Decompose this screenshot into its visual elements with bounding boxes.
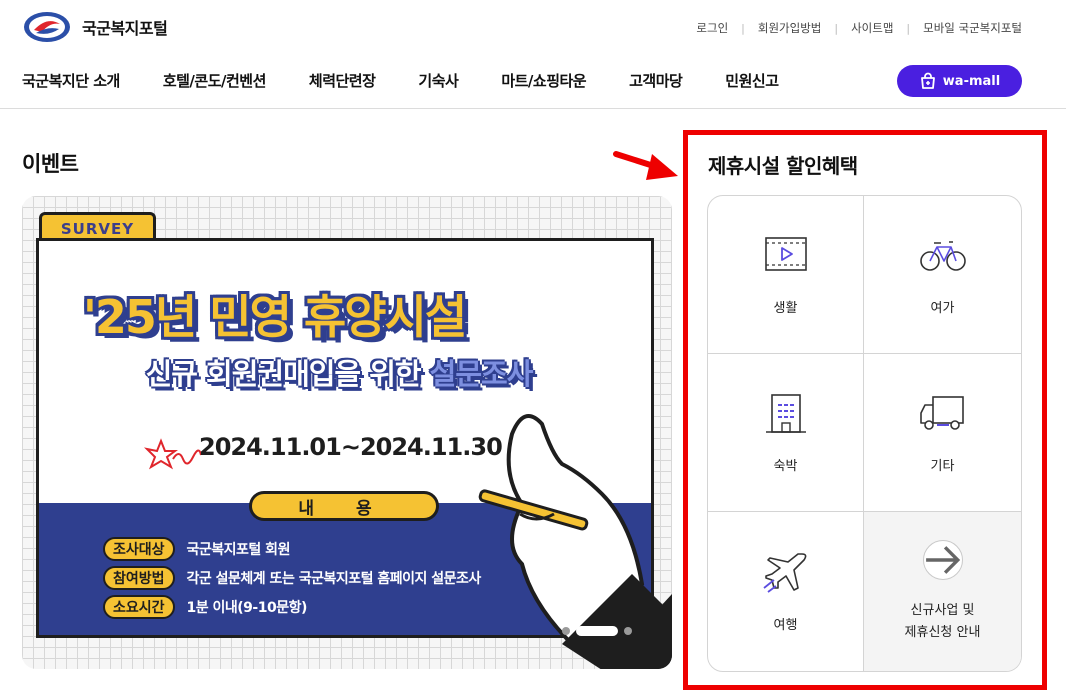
main-nav: 국군복지단 소개 호텔/콘도/컨벤션 체력단련장 기숙사 마트/쇼핑타운 고객마…	[22, 70, 822, 91]
wa-mall-label: wa-mall	[942, 73, 1001, 89]
category-label: 숙박	[773, 459, 798, 474]
category-label: 기타	[930, 459, 955, 474]
nav-item-about[interactable]: 국군복지단 소개	[22, 70, 120, 91]
nav-item-dormitory[interactable]: 기숙사	[418, 70, 458, 91]
guide-text-line2: 제휴신청 안내	[904, 624, 981, 640]
guide-text: 신규사업 및 제휴신청 안내	[905, 600, 981, 644]
event-banner[interactable]: SURVEY '25년 민영 휴양시설 신규 회원권매입을 위한 설문조사 20…	[22, 196, 672, 669]
logo-text: 국군복지포털	[82, 19, 168, 38]
shopping-bag-icon	[920, 72, 935, 89]
banner-row-value: 국군복지포털 회원	[186, 542, 291, 558]
carousel-dot[interactable]	[624, 627, 632, 635]
building-icon	[765, 394, 806, 433]
site-logo[interactable]: 국군복지포털	[22, 10, 168, 44]
partner-category-grid: 생활 여가 숙박 기타 여행 신규사업 및 제휴신청 안내	[707, 195, 1022, 672]
banner-row: 조사대상 국군복지포털 회원	[103, 537, 290, 561]
category-label: 여행	[773, 618, 798, 633]
truck-icon	[919, 396, 964, 430]
login-link[interactable]: 로그인	[696, 20, 728, 36]
category-label: 여가	[930, 301, 955, 316]
guide-text-line1: 신규사업 및	[910, 602, 975, 618]
mobile-portal-link[interactable]: 모바일 국군복지포털	[923, 20, 1022, 36]
survey-date: 2024.11.01~2024.11.30	[199, 433, 503, 461]
nav-item-customer[interactable]: 고객마당	[629, 70, 683, 91]
arrow-right-icon	[922, 539, 963, 580]
nav-item-mart[interactable]: 마트/쇼핑타운	[501, 70, 586, 91]
divider: |	[741, 21, 745, 35]
nav-item-complaint[interactable]: 민원신고	[725, 70, 779, 91]
signup-guide-link[interactable]: 회원가입방법	[758, 20, 821, 36]
carousel-dot[interactable]	[562, 627, 570, 635]
star-scribble-icon	[143, 438, 202, 470]
banner-title-line2: 신규 회원권매입을 위한 설문조사	[39, 351, 639, 393]
header-divider	[0, 108, 1066, 109]
nav-item-hotel[interactable]: 호텔/콘도/컨벤션	[163, 70, 267, 91]
banner-row: 참여방법 각군 설문체계 또는 국군복지포털 홈페이지 설문조사	[103, 566, 481, 590]
category-travel[interactable]: 여행	[708, 512, 864, 671]
category-etc[interactable]: 기타	[864, 354, 1021, 512]
divider: |	[906, 21, 911, 35]
sitemap-link[interactable]: 사이트맵	[851, 20, 893, 36]
utility-links: 로그인 | 회원가입방법 | 사이트맵 | 모바일 국군복지포털	[696, 20, 1022, 36]
nav-item-fitness[interactable]: 체력단련장	[309, 70, 376, 91]
banner-title-line1: '25년 민영 휴양시설	[82, 290, 467, 344]
carousel-dots	[562, 626, 632, 636]
bicycle-icon	[919, 241, 966, 271]
banner-row: 소요시간 1분 이내(9-10문항)	[103, 595, 307, 619]
logo-emblem-icon	[24, 12, 70, 42]
banner-row-tag: 참여방법	[103, 566, 175, 590]
airplane-icon	[762, 553, 806, 593]
category-living[interactable]: 생활	[708, 196, 864, 354]
content-label: 내 용	[249, 491, 439, 521]
carousel-dot-active[interactable]	[576, 626, 618, 636]
banner-row-value: 1분 이내(9-10문항)	[186, 600, 308, 616]
wa-mall-button[interactable]: wa-mall	[897, 65, 1022, 97]
new-business-guide[interactable]: 신규사업 및 제휴신청 안내	[864, 512, 1021, 671]
banner-row-value: 각군 설문체계 또는 국군복지포털 홈페이지 설문조사	[186, 571, 482, 587]
banner-row-tag: 조사대상	[103, 537, 175, 561]
red-arrow-icon	[613, 151, 678, 180]
category-lodging[interactable]: 숙박	[708, 354, 864, 512]
events-title: 이벤트	[22, 152, 79, 176]
category-label: 생활	[773, 301, 798, 316]
video-icon	[764, 237, 807, 271]
partner-benefits-title: 제휴시설 할인혜택	[708, 154, 858, 178]
banner-title-highlight: 설문조사	[429, 357, 534, 391]
banner-row-tag: 소요시간	[103, 595, 175, 619]
divider: |	[834, 21, 839, 35]
category-leisure[interactable]: 여가	[864, 196, 1021, 354]
banner-title-line2-prefix: 신규 회원권매입을 위한	[145, 357, 430, 391]
